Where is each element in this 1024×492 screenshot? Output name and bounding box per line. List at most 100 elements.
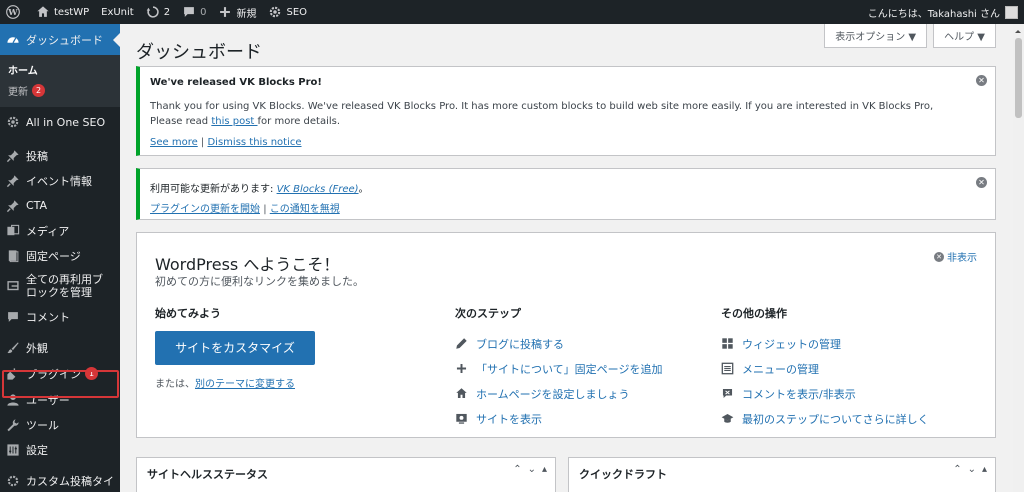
menu-media-label: メディア (26, 224, 70, 238)
menu-dashboard[interactable]: ダッシュボード (0, 24, 120, 55)
view-site-link[interactable]: サイトを表示 (455, 406, 695, 431)
step-label: 「サイトについて」固定ページを追加 (476, 362, 663, 376)
hide-welcome-button[interactable]: ✕ 非表示 (934, 249, 977, 264)
separator: | (263, 204, 267, 215)
menu-tools[interactable]: ツール (0, 412, 120, 437)
chevron-down-icon[interactable]: ⌄ (528, 464, 536, 475)
submenu-updates[interactable]: 更新 2 (0, 80, 120, 101)
plus-icon (220, 7, 231, 17)
menu-aioseo[interactable]: All in One SEO (0, 107, 120, 137)
ignore-notice-link[interactable]: この通知を無視 (270, 204, 340, 215)
menu-aioseo-label: All in One SEO (26, 115, 106, 129)
account-menu[interactable]: こんにちは、Takahashi さん (862, 0, 1024, 24)
see-more-link[interactable]: See more (150, 137, 198, 148)
menu-media[interactable]: メディア (0, 218, 120, 243)
comments-link[interactable]: 0 (176, 0, 212, 24)
change-theme-link[interactable]: 別のテーマに変更する (195, 379, 295, 390)
page-title: ダッシュボード (136, 42, 262, 63)
site-name: testWP (54, 6, 90, 18)
quick-draft-title: クイックドラフト (579, 468, 667, 481)
setup-homepage-link[interactable]: ホームページを設定しましょう (455, 381, 695, 406)
menu-icon (721, 362, 734, 375)
settings-icon (7, 443, 19, 456)
toggle-comments-link[interactable]: コメントを表示/非表示 (721, 381, 981, 406)
help-button[interactable]: ヘルプ ▼ (933, 24, 996, 48)
notice-body: Thank you for using VK Blocks. We've rel… (150, 99, 950, 129)
menu-settings-label: 設定 (26, 443, 48, 457)
dashboard-icon (7, 36, 19, 43)
menu-custom-post-type[interactable]: カスタム投稿タイ (0, 468, 120, 492)
chevron-down-icon[interactable]: ⌄ (968, 464, 976, 475)
wordpress-logo-icon: W (6, 5, 20, 19)
welcome-title: WordPress へようこそ！ (155, 255, 340, 274)
svg-text:W: W (7, 7, 18, 17)
menu-pages[interactable]: 固定ページ (0, 243, 120, 268)
new-content-link[interactable]: 新規 (212, 0, 262, 24)
close-circle-icon: ✕ (934, 251, 944, 262)
vk-blocks-link[interactable]: VK Blocks (Free) (277, 184, 359, 195)
menu-posts[interactable]: 投稿 (0, 143, 120, 168)
seo-gear-icon (7, 116, 19, 128)
chevron-up-icon[interactable]: ⌃ (513, 464, 521, 475)
brush-icon (7, 341, 19, 353)
col1-title: 始めてみよう (155, 307, 221, 320)
site-name-link[interactable]: testWP (30, 0, 95, 24)
chevron-up-icon[interactable]: ⌃ (953, 464, 961, 475)
block-icon (7, 281, 19, 291)
action-label: ウィジェットの管理 (742, 337, 841, 351)
this-post-link[interactable]: this post (211, 116, 257, 127)
menu-appearance[interactable]: 外観 (0, 335, 120, 360)
exunit-link[interactable]: ExUnit (95, 0, 140, 24)
menu-custom-post-label: カスタム投稿タイ (26, 474, 114, 488)
add-about-page-link[interactable]: 「サイトについて」固定ページを追加 (455, 356, 695, 381)
page-scrollbar[interactable] (1013, 24, 1024, 492)
view-site-icon (456, 413, 467, 424)
action-label: 最初のステップについてさらに詳しく (742, 412, 929, 426)
menu-appearance-label: 外観 (26, 341, 48, 355)
screen-options-button[interactable]: 表示オプション ▼ (824, 24, 928, 48)
home-icon (37, 6, 49, 17)
learn-more-link[interactable]: 最初のステップについてさらに詳しく (721, 406, 981, 431)
menu-posts-label: 投稿 (26, 149, 48, 163)
wp-logo-button[interactable]: W (0, 0, 30, 24)
media-icon (7, 224, 20, 235)
customize-site-button[interactable]: サイトをカスタマイズ (155, 331, 315, 365)
seo-link[interactable]: SEO (262, 0, 313, 24)
seo-label: SEO (286, 6, 308, 18)
submenu-updates-label: 更新 (8, 87, 28, 98)
close-icon[interactable]: ✕ (976, 75, 987, 86)
menu-events-label: イベント情報 (26, 174, 92, 188)
gear-icon (7, 475, 19, 486)
start-update-link[interactable]: プラグインの更新を開始 (150, 204, 260, 215)
widgets-icon (722, 338, 733, 349)
plus-icon (456, 363, 467, 374)
write-post-link[interactable]: ブログに投稿する (455, 331, 695, 356)
comments-count: 0 (200, 6, 207, 18)
welcome-about: 初めての方に便利なリンクを集めました。 (155, 275, 364, 288)
menu-events[interactable]: イベント情報 (0, 168, 120, 193)
comments-off-icon (722, 388, 733, 399)
screen-meta-links: 表示オプション ▼ ヘルプ ▼ (824, 24, 996, 48)
toggle-arrow-icon[interactable]: ▴ (982, 464, 987, 475)
welcome-column-more-actions: その他の操作 ウィジェットの管理 メニューの管理 コメントを表示/非表示 最初の… (721, 305, 981, 431)
manage-widgets-link[interactable]: ウィジェットの管理 (721, 331, 981, 356)
menu-reusable-blocks[interactable]: 全ての再利用ブロックを管理 (0, 268, 120, 304)
scrollbar-thumb[interactable] (1015, 38, 1022, 118)
menu-cta[interactable]: CTA (0, 193, 120, 218)
updates-link[interactable]: 2 (140, 0, 176, 24)
dismiss-notice-link[interactable]: Dismiss this notice (207, 137, 301, 148)
separator: | (200, 137, 205, 148)
update-text-end: 。 (358, 184, 369, 195)
new-label: 新規 (236, 8, 257, 20)
toggle-arrow-icon[interactable]: ▴ (542, 464, 547, 475)
plugin-update-notice: 利用可能な更新があります: VK Blocks (Free)。 プラグインの更新… (136, 168, 996, 220)
submenu-home[interactable]: ホーム (0, 59, 120, 80)
menu-settings[interactable]: 設定 (0, 437, 120, 462)
scroll-up-arrow-icon[interactable] (1015, 27, 1021, 33)
close-icon[interactable]: ✕ (976, 177, 987, 188)
home-icon (456, 388, 467, 399)
dashboard-submenu: ホーム 更新 2 (0, 55, 120, 107)
manage-menus-link[interactable]: メニューの管理 (721, 356, 981, 381)
menu-comments[interactable]: コメント (0, 304, 120, 329)
action-label: コメントを表示/非表示 (742, 387, 856, 401)
